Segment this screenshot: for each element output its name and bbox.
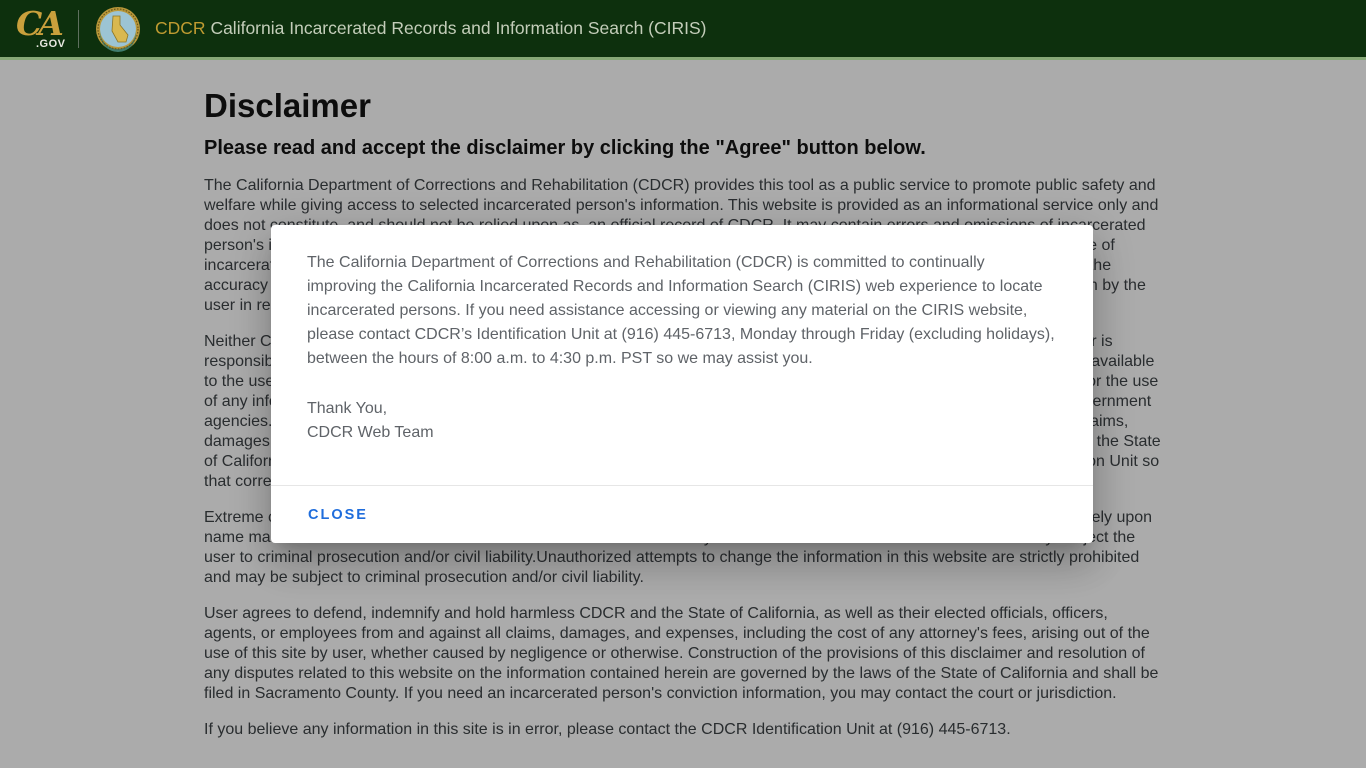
app-title-text: California Incarcerated Records and Info… bbox=[210, 18, 707, 38]
cdcr-seal-icon bbox=[96, 6, 140, 52]
dialog-content: The California Department of Corrections… bbox=[271, 225, 1093, 445]
close-button[interactable]: CLOSE bbox=[308, 507, 368, 523]
dialog-actions: CLOSE bbox=[271, 486, 1093, 543]
ca-gov-script-text: CA bbox=[16, 3, 64, 43]
dialog-body-text: The California Department of Corrections… bbox=[307, 254, 1055, 367]
ca-gov-logo[interactable]: CA .GOV bbox=[12, 5, 68, 53]
header-divider bbox=[78, 9, 79, 48]
dialog-signoff-line2: CDCR Web Team bbox=[307, 424, 434, 441]
dialog-signoff: Thank You, CDCR Web Team bbox=[307, 397, 1057, 445]
app-header: CA .GOV CDCR California Incarcerated Rec… bbox=[0, 0, 1366, 60]
app-title[interactable]: CDCR California Incarcerated Records and… bbox=[155, 18, 707, 39]
app-title-cdcr: CDCR bbox=[155, 18, 206, 38]
dialog-signoff-line1: Thank You, bbox=[307, 400, 388, 417]
assistance-dialog: The California Department of Corrections… bbox=[271, 225, 1093, 543]
ca-gov-suffix-text: .GOV bbox=[36, 37, 66, 50]
